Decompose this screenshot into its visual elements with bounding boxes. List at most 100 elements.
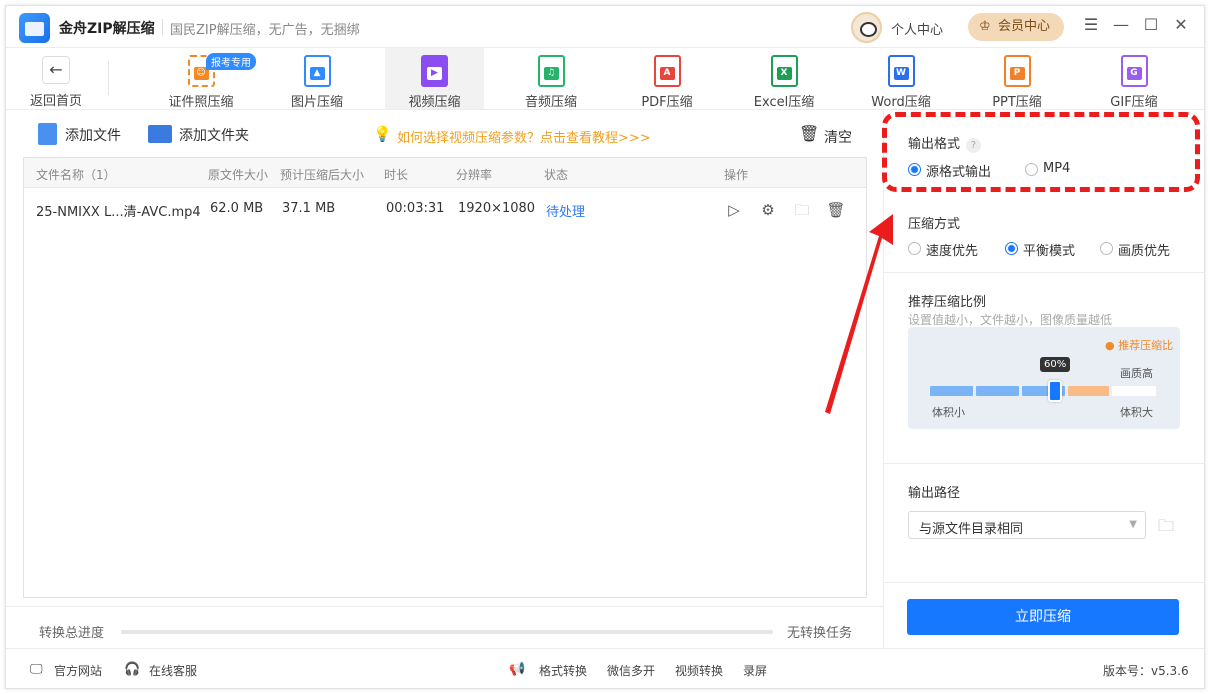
original-size: 62.0 MB <box>210 201 264 216</box>
col-original-size: 原文件大小 <box>208 168 269 182</box>
customer-service-link[interactable]: 在线客服 <box>149 662 197 679</box>
crown-icon: ♔ <box>979 19 991 34</box>
tab-excel-compress[interactable]: X Excel压缩 <box>739 48 829 110</box>
slider-segment <box>976 386 1019 396</box>
footer-link-record[interactable]: 录屏 <box>743 662 767 679</box>
excel-file-icon: X <box>770 55 798 87</box>
website-link[interactable]: 官方网站 <box>54 662 102 679</box>
audio-file-icon: ♫ <box>537 55 565 87</box>
highlight-box <box>882 112 1200 192</box>
tab-label: 图片压缩 <box>290 95 343 110</box>
high-quality-label: 画质高 <box>1120 367 1153 380</box>
small-size-label: 体积小 <box>932 406 965 419</box>
menu-icon[interactable]: ☰ <box>1081 15 1101 34</box>
output-path-title: 输出路径 <box>908 486 961 501</box>
browse-folder-icon[interactable]: 🗀 <box>1158 515 1174 542</box>
app-name: 金舟ZIP解压缩 <box>59 21 155 37</box>
divider <box>884 582 1205 583</box>
action-bar: 添加文件 添加文件夹 💡 如何选择视频压缩参数？点击查看教程>>> 🗑 清空 <box>6 111 883 159</box>
minimize-button[interactable]: — <box>1111 15 1131 34</box>
tutorial-link[interactable]: 💡 如何选择视频压缩参数？点击查看教程>>> <box>373 125 651 146</box>
slider-segment <box>1068 386 1109 396</box>
add-file-label: 添加文件 <box>65 128 121 144</box>
headset-icon: 🎧 <box>124 662 141 677</box>
progress-label: 转换总进度 <box>39 626 105 641</box>
radio-quality-first[interactable]: 画质优先 <box>1100 240 1170 259</box>
tool-bar: ← 返回首页 ☺ 证件照压缩 报考专用 ▲ 图片压缩 ▶ 视频压缩 ♫ 音频压缩… <box>6 48 1204 110</box>
lightbulb-icon: 💡 <box>373 125 392 143</box>
monitor-icon: 🖵 <box>30 662 43 677</box>
ratio-value-tooltip: 60% <box>1040 357 1071 372</box>
title-bar: 金舟ZIP解压缩 国民ZIP解压缩，无广告，无捆绑 个人中心 ♔ 会员中心 ☰ … <box>6 6 1204 48</box>
tab-label: Word压缩 <box>871 95 931 110</box>
toolbar-divider <box>108 61 109 95</box>
col-duration: 时长 <box>384 168 409 182</box>
ratio-hint: 设置值越小，文件越小，图像质量越低 <box>908 313 1113 327</box>
tab-label: 视频压缩 <box>408 95 461 110</box>
table-row[interactable]: 25-NMIXX L...清-AVC.mp4 62.0 MB 37.1 MB 0… <box>24 188 866 232</box>
app-window: 金舟ZIP解压缩 国民ZIP解压缩，无广告，无捆绑 个人中心 ♔ 会员中心 ☰ … <box>5 5 1205 689</box>
tab-image-compress[interactable]: ▲ 图片压缩 <box>272 48 362 110</box>
output-path-select[interactable]: 与源文件目录相同 ▼ <box>908 511 1146 539</box>
ratio-slider-track[interactable] <box>930 386 1156 396</box>
maximize-button[interactable]: ☐ <box>1141 15 1161 34</box>
output-path-value: 与源文件目录相同 <box>919 522 1024 537</box>
settings-icon[interactable]: ⚙ <box>758 200 778 220</box>
radio-balanced[interactable]: 平衡模式 <box>1005 240 1075 259</box>
ratio-slider-thumb[interactable] <box>1048 380 1062 402</box>
footer-link-wechat[interactable]: 微信多开 <box>607 662 655 679</box>
close-button[interactable]: ✕ <box>1171 15 1191 34</box>
tab-label: Excel压缩 <box>753 95 815 110</box>
slider-segment <box>930 386 973 396</box>
clear-label: 清空 <box>824 130 852 146</box>
col-estimated-size: 预计压缩后大小 <box>280 168 365 182</box>
col-file-name: 文件名称（1） <box>36 168 116 182</box>
app-logo-icon <box>19 13 50 43</box>
divider <box>884 463 1205 464</box>
tab-pdf-compress[interactable]: A PDF压缩 <box>622 48 712 110</box>
estimated-size: 37.1 MB <box>282 201 336 216</box>
table-header: 文件名称（1） 原文件大小 预计压缩后大小 时长 分辨率 状态 操作 <box>24 158 866 188</box>
footer-link-video[interactable]: 视频转换 <box>675 662 723 679</box>
tab-gif-compress[interactable]: G GIF压缩 <box>1089 48 1179 110</box>
tutorial-link-label: 如何选择视频压缩参数？点击查看教程>>> <box>397 131 651 146</box>
ratio-slider-box: ● 推荐压缩比 画质高 60% 体积小 体积大 <box>908 327 1180 429</box>
add-file-button[interactable]: 添加文件 <box>38 123 121 145</box>
slider-segment <box>1112 386 1156 396</box>
footer: 🖵 官方网站 🎧 在线客服 📢 格式转换 微信多开 视频转换 录屏 版本号：v5… <box>6 648 1204 688</box>
tab-id-photo-compress[interactable]: ☺ 证件照压缩 报考专用 <box>156 48 256 110</box>
avatar[interactable] <box>851 12 882 43</box>
add-folder-button[interactable]: 添加文件夹 <box>148 125 249 145</box>
col-actions: 操作 <box>724 168 749 182</box>
radio-speed-first[interactable]: 速度优先 <box>908 240 978 259</box>
tab-audio-compress[interactable]: ♫ 音频压缩 <box>506 48 596 110</box>
megaphone-icon: 📢 <box>509 662 526 677</box>
recommend-legend: ● 推荐压缩比 <box>1105 339 1174 352</box>
divider <box>6 606 883 607</box>
compress-mode-title: 压缩方式 <box>908 217 961 232</box>
large-size-label: 体积大 <box>1120 406 1153 419</box>
word-file-icon: W <box>887 55 915 87</box>
open-folder-icon[interactable]: 🗀 <box>792 200 812 220</box>
footer-link-format[interactable]: 格式转换 <box>539 662 587 679</box>
tab-video-compress[interactable]: ▶ 视频压缩 <box>385 48 484 110</box>
delete-icon[interactable]: 🗑 <box>826 200 846 220</box>
duration: 00:03:31 <box>386 201 445 216</box>
arrow-left-icon: ← <box>42 56 70 84</box>
back-home-button[interactable]: ← 返回首页 <box>30 52 82 109</box>
user-center-link[interactable]: 个人中心 <box>891 19 943 38</box>
start-compress-button[interactable]: 立即压缩 <box>907 599 1179 635</box>
tab-ppt-compress[interactable]: P PPT压缩 <box>972 48 1062 110</box>
pdf-file-icon: A <box>653 55 681 87</box>
back-home-label: 返回首页 <box>30 94 83 109</box>
clear-button[interactable]: 🗑 清空 <box>799 124 852 147</box>
divider <box>884 272 1205 273</box>
tab-word-compress[interactable]: W Word压缩 <box>856 48 946 110</box>
add-file-icon <box>38 123 57 145</box>
image-file-icon: ▲ <box>303 55 331 87</box>
version-label: 版本号：v5.3.6 <box>1103 664 1189 678</box>
chevron-down-icon: ▼ <box>1129 519 1137 530</box>
vip-center-button[interactable]: ♔ 会员中心 <box>968 13 1064 41</box>
play-icon[interactable]: ▷ <box>724 200 744 220</box>
col-resolution: 分辨率 <box>456 168 493 182</box>
